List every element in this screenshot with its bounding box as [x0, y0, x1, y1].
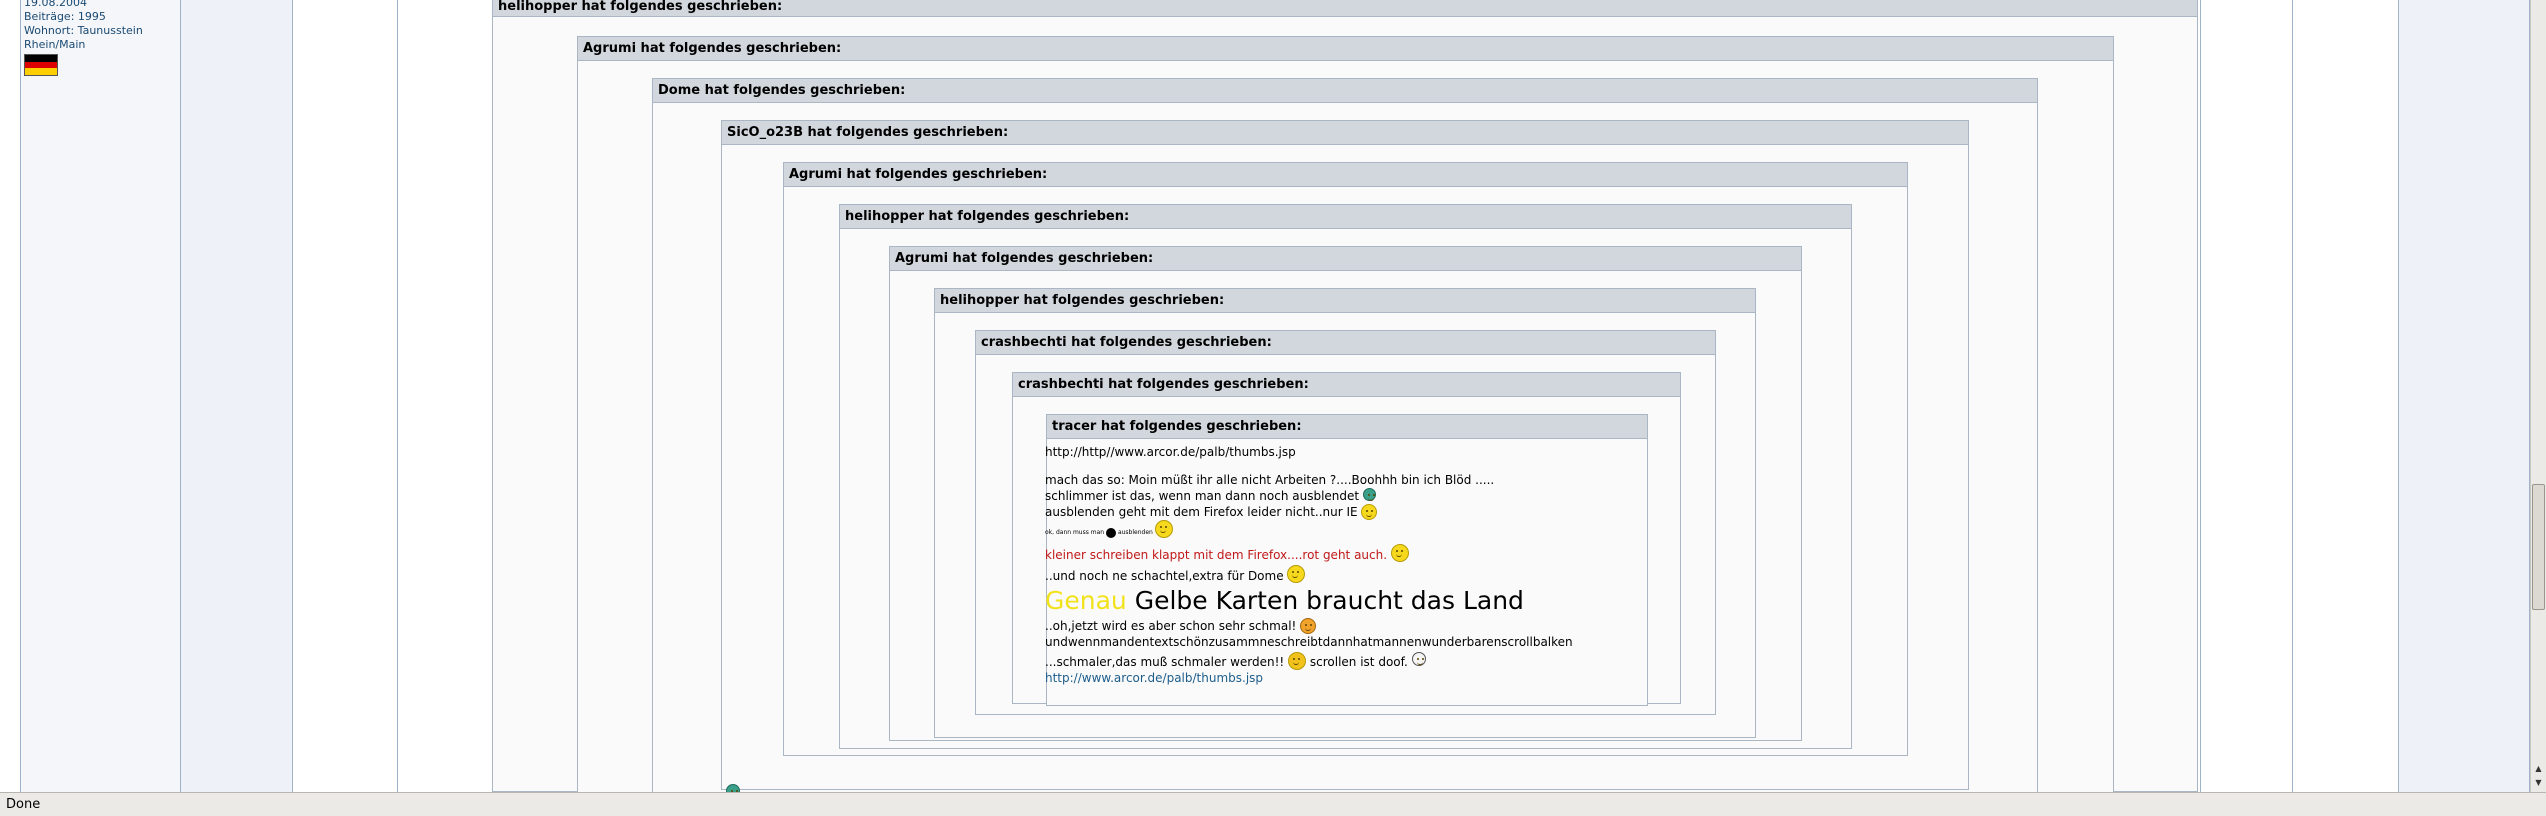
divider — [292, 0, 293, 792]
text-span: schlimmer ist das, wenn man dann noch au… — [1045, 489, 1360, 503]
quote-header: crashbechti hat folgendes geschrieben: — [1013, 373, 1680, 397]
quote-header: Agrumi hat folgendes geschrieben: — [784, 163, 1907, 187]
quote-header: helihopper hat folgendes geschrieben: — [935, 289, 1755, 313]
quote-header: crashbechti hat folgendes geschrieben: — [976, 331, 1715, 355]
divider — [20, 0, 21, 792]
scroll-up-icon[interactable]: ▲ — [2532, 762, 2545, 775]
divider — [2398, 0, 2399, 792]
text-line: ..und noch ne schachtel,extra für Dome — [1045, 565, 1573, 584]
smiley-icon — [1287, 565, 1306, 583]
quote-header: SicO_o23B hat folgendes geschrieben: — [722, 121, 1968, 145]
red-text: kleiner schreiben klappt mit dem Firefox… — [1045, 548, 1388, 562]
text-line: kleiner schreiben klappt mit dem Firefox… — [1045, 544, 1573, 563]
wink-smiley-icon — [1300, 618, 1317, 634]
smiley-icon — [1362, 488, 1376, 501]
profile-column — [20, 0, 180, 792]
join-date: 19.08.2004 — [24, 0, 87, 9]
divider — [2292, 0, 2293, 792]
text-span: ...schmaler,das muß schmaler werden!! — [1045, 655, 1285, 669]
large-text-line: Genau Gelbe Karten braucht das Land — [1045, 586, 1573, 616]
scrollbar-thumb[interactable] — [2532, 484, 2545, 610]
text-line: ok, dann muss man ausblenden — [1045, 520, 1573, 542]
smiley-icon — [1361, 504, 1378, 520]
side-column — [180, 0, 292, 792]
divider — [2200, 0, 2201, 792]
text-line: mach das so: Moin müßt ihr alle nicht Ar… — [1045, 473, 1495, 487]
scroll-down-icon[interactable]: ▼ — [2532, 776, 2545, 789]
text-line: ausblenden geht mit dem Firefox leider n… — [1045, 504, 1573, 520]
skull-smiley-icon — [1411, 652, 1426, 666]
quote-header: Agrumi hat folgendes geschrieben: — [890, 247, 1801, 271]
text-line: undwennmandentextschönzusammneschreibtda… — [1045, 635, 1573, 649]
text-url: http://http//www.arcor.de/palb/thumbs.js… — [1045, 445, 1296, 459]
text-span: ..und noch ne schachtel,extra für Dome — [1045, 569, 1284, 583]
black-dot-icon — [1106, 527, 1117, 538]
smiley-icon — [1390, 544, 1409, 562]
link[interactable]: http://www.arcor.de/palb/thumbs.jsp — [1045, 670, 1573, 686]
region: Rhein/Main — [24, 38, 86, 51]
angry-smiley-icon — [1288, 652, 1307, 670]
text-span: ausblenden geht mit dem Firefox leider n… — [1045, 505, 1358, 519]
text-line: ..oh,jetzt wird es aber schon sehr schma… — [1045, 618, 1573, 634]
text-span: scrollen ist doof. — [1309, 655, 1408, 669]
germany-flag-icon — [24, 54, 58, 76]
text-span: ..oh,jetzt wird es aber schon sehr schma… — [1045, 619, 1297, 633]
quote-header: helihopper hat folgendes geschrieben: — [840, 205, 1851, 229]
quote-header: tracer hat folgendes geschrieben: — [1047, 415, 1647, 439]
quote-header: Agrumi hat folgendes geschrieben: — [578, 37, 2113, 61]
right-column — [2398, 0, 2530, 792]
smiley-icon — [1154, 520, 1173, 538]
post-count: Beiträge: 1995 — [24, 10, 106, 23]
divider — [180, 0, 181, 792]
text-line: schlimmer ist das, wenn man dann noch au… — [1045, 488, 1573, 504]
status-bar: Done — [0, 792, 2546, 816]
residence: Wohnort: Taunusstein — [24, 24, 143, 37]
yellow-text: Genau — [1045, 586, 1127, 615]
text-line: ...schmaler,das muß schmaler werden!! sc… — [1045, 652, 1573, 670]
divider — [397, 0, 398, 792]
quote-content: http://http//www.arcor.de/palb/thumbs.js… — [1045, 440, 1573, 686]
vertical-scrollbar[interactable]: ▲ ▼ — [2530, 0, 2546, 792]
quote-header: Dome hat folgendes geschrieben: — [653, 79, 2037, 103]
user-profile: 19.08.2004 Beiträge: 1995 Wohnort: Taunu… — [24, 0, 143, 76]
status-text: Done — [6, 797, 41, 812]
text-span: ok, dann muss man — [1045, 529, 1105, 536]
quote-header: helihopper hat folgendes geschrieben: — [493, 0, 2197, 17]
large-text: Gelbe Karten braucht das Land — [1134, 586, 1524, 615]
text-span: ausblenden — [1117, 529, 1153, 536]
